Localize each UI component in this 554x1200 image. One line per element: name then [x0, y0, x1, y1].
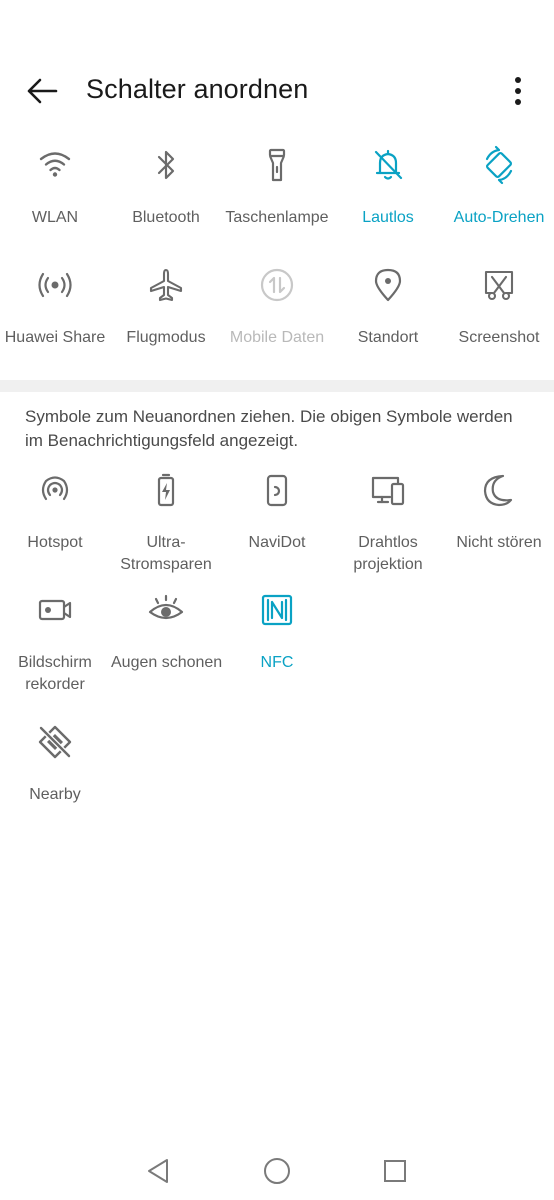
tile-label: Lautlos: [362, 209, 414, 226]
screen-recorder-icon: [38, 599, 72, 621]
tile-wlan[interactable]: WLAN: [0, 145, 110, 229]
tile-hotspot[interactable]: Hotspot: [0, 470, 110, 554]
screenshot-icon: [484, 270, 514, 301]
tile-label: NaviDot: [248, 534, 306, 551]
nav-home-button[interactable]: [257, 1151, 297, 1191]
wifi-icon: [39, 152, 71, 177]
app-header: Schalter anordnen: [0, 55, 554, 127]
location-pin-icon: [374, 268, 402, 302]
tile-label: Bluetooth: [132, 209, 200, 226]
system-navigation-bar: [0, 1145, 554, 1193]
navidot-icon: [266, 474, 288, 507]
tile-nfc[interactable]: NFC: [222, 590, 332, 674]
tile-label: WLAN: [31, 209, 79, 226]
auto-rotate-icon: [485, 145, 513, 185]
tile-label: Flugmodus: [126, 329, 206, 346]
tile-label: Drahtlos projektion: [353, 534, 423, 573]
tile-eye-comfort[interactable]: Augen schonen: [111, 590, 223, 674]
nearby-icon: [38, 725, 72, 759]
tile-bluetooth[interactable]: Bluetooth: [111, 145, 221, 229]
wireless-projection-icon: [371, 476, 405, 506]
eye-icon: [148, 594, 184, 620]
nav-recents-button[interactable]: [375, 1151, 415, 1191]
tile-flashlight[interactable]: Taschenlampe: [222, 145, 332, 229]
section-divider: [0, 380, 554, 392]
page-title: Schalter anordnen: [86, 74, 309, 104]
tile-wireless-projection[interactable]: Drahtlos projektion: [333, 470, 443, 576]
tile-huawei-share[interactable]: Huawei Share: [0, 265, 110, 349]
tile-do-not-disturb[interactable]: Nicht stören: [444, 470, 554, 554]
tile-screen-recorder[interactable]: Bildschirm rekorder: [0, 590, 110, 696]
mobile-data-icon: [260, 268, 294, 302]
triangle-back-icon: [148, 1159, 168, 1183]
tile-label: Auto-Drehen: [453, 209, 545, 226]
tile-silent[interactable]: Lautlos: [333, 145, 443, 229]
tile-label: Taschenlampe: [225, 209, 329, 226]
hotspot-icon: [41, 476, 69, 501]
tile-label: Nicht stören: [456, 534, 542, 551]
tile-location[interactable]: Standort: [333, 265, 443, 349]
bluetooth-icon: [157, 150, 175, 180]
tile-navidot[interactable]: NaviDot: [222, 470, 332, 554]
square-recents-icon: [384, 1160, 406, 1182]
tile-label: Hotspot: [27, 534, 83, 551]
more-vertical-icon: [515, 77, 521, 105]
moon-icon: [483, 474, 513, 507]
drag-hint-text: Symbole zum Neuanordnen ziehen. Die obig…: [25, 407, 513, 450]
tile-label: Augen schonen: [111, 654, 223, 671]
nfc-icon: [261, 594, 293, 626]
tile-nearby[interactable]: Nearby: [0, 722, 110, 806]
battery-saver-icon: [157, 473, 175, 507]
huawei-share-icon: [38, 272, 72, 298]
tile-label: Mobile Daten: [229, 329, 325, 346]
tile-label: Standort: [357, 329, 419, 346]
circle-home-icon: [264, 1158, 290, 1184]
tile-label: Huawei Share: [4, 329, 106, 346]
more-options-button[interactable]: [500, 73, 536, 109]
back-button[interactable]: [22, 73, 62, 109]
tile-ultra-battery-saver[interactable]: Ultra- Stromsparen: [111, 470, 221, 576]
tile-screenshot[interactable]: Screenshot: [444, 265, 554, 349]
tile-label: Ultra- Stromsparen: [120, 534, 212, 573]
nav-back-button[interactable]: [138, 1151, 178, 1191]
tile-airplane[interactable]: Flugmodus: [111, 265, 221, 349]
tile-label: NFC: [260, 654, 294, 671]
flashlight-icon: [268, 148, 286, 182]
tile-mobile-data[interactable]: Mobile Daten: [222, 265, 332, 349]
arrow-left-icon: [27, 78, 58, 104]
tile-auto-rotate[interactable]: Auto-Drehen: [444, 145, 554, 229]
page: Schalter anordnen WLAN Bluetooth Taschen…: [0, 0, 554, 1200]
bell-off-icon: [374, 149, 403, 180]
tile-label: Screenshot: [458, 329, 540, 346]
airplane-icon: [149, 268, 183, 302]
tile-label: Nearby: [29, 786, 81, 803]
tile-label: Bildschirm rekorder: [18, 654, 92, 693]
